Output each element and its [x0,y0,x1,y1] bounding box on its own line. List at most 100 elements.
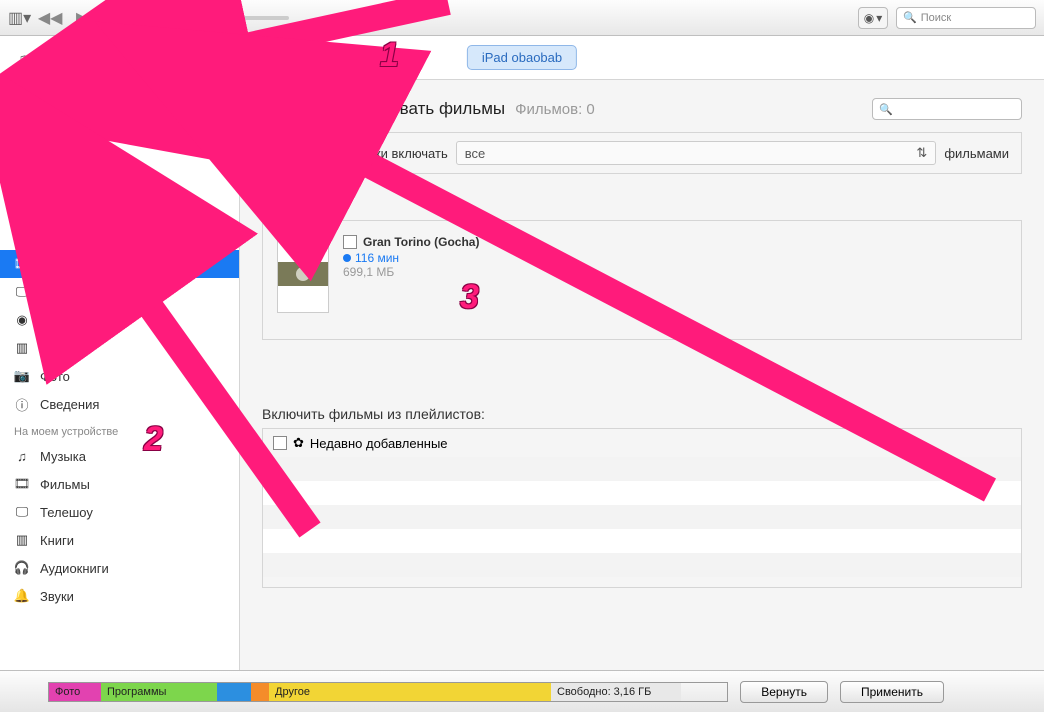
device-header: iPad obaobab ⏏ 16 ГБ 100 % [0,80,239,142]
sidebar-item-label: Фильмы [40,477,90,492]
search-icon: 🔍 [903,11,917,24]
content-area: Синхронизировать фильмы Фильмов: 0 🔍 Авт… [240,80,1044,670]
auto-include-select[interactable]: все ⇅ [456,141,937,165]
sidebar-item-sounds[interactable]: 🔔 Звуки [0,582,239,610]
apps-icon: ⊞ [14,200,30,216]
sidebar-item-music[interactable]: ♫Музыка [0,222,239,250]
select-arrows-icon: ⇅ [916,145,927,161]
sidebar-item-audiobook[interactable]: 🎧Аудиокниги [0,554,239,582]
auto-include-label: Автоматически включать [297,146,448,161]
movie-checkbox[interactable] [343,235,357,249]
unwatched-dot-icon [343,254,351,262]
sidebar-item-photo[interactable]: 📷Фото [0,362,239,390]
sidebar-item-apps[interactable]: ⊞ Программы [0,194,239,222]
sidebar-item-label: Телешоу [40,285,93,300]
settings-section-label: Настройки [0,142,239,166]
sidebar-item-info[interactable]: ⓘ Сведения [0,390,239,418]
movies-icon: 🎞 [14,256,30,272]
movies-search-input[interactable]: 🔍 [872,98,1022,120]
sidebar-item-label: Подкасты [40,313,99,328]
movies-count: Фильмов: 0 [515,101,595,118]
battery-icon [197,111,219,122]
sidebar-item-books[interactable]: ▥Книги [0,526,239,554]
usage-segment: Программы [101,683,217,701]
tv-tab-icon[interactable]: 🖵 [74,46,98,70]
divider [142,46,143,70]
apply-button[interactable]: Применить [840,681,944,703]
tv-icon: 🖵 [14,284,30,300]
playlist-item[interactable]: ✿ Недавно добавленные [263,429,1021,457]
top-toolbar: ▥▾ ◀◀ ▶ ▶▶ ◉▾ 🔍 Поиск [0,0,1044,36]
auto-include-suffix: фильмами [944,146,1009,161]
annotation-1: 1 [380,36,399,75]
sounds-icon: 🔔 [14,588,30,604]
revert-button[interactable]: Вернуть [740,681,828,703]
overview-icon: ▭ [14,172,30,188]
search-placeholder: Поиск [921,12,951,24]
media-toolbar: ♫ ▭ 🖵 ••• ▯ iPad obaobab [0,36,1044,80]
sidebar-item-movies[interactable]: 🎞 Фильмы [0,470,239,498]
auto-include-row: Автоматически включать все ⇅ фильмами [262,132,1022,174]
music-tab-icon[interactable]: ♫ [10,46,34,70]
storage-usage-bar: ФотоПрограммыДругоеСвободно: 3,16 ГБ [48,682,728,702]
movies-section-title: Фильмы [262,198,1022,214]
user-icon: ◉ [864,11,874,25]
gear-icon: ✿ [293,435,304,451]
ipad-icon: ▯ [168,48,177,68]
on-device-section-label: На моем устройстве [0,418,239,442]
eject-icon[interactable]: ⏏ [216,93,227,107]
battery-percent: 100 % [165,111,193,122]
usage-segment [251,683,269,701]
sidebar-item-books[interactable]: ▥ Книги [0,334,239,362]
movie-thumbnail[interactable] [277,235,329,313]
sidebar-item-label: Программы [40,201,110,216]
sidebar-item-overview[interactable]: ▭ Обзор [0,166,239,194]
audiobook-icon: 🎧 [14,560,30,576]
device-pill[interactable]: iPad obaobab [467,45,577,70]
sidebar-item-label: Телешоу [40,505,93,520]
more-icon[interactable]: ••• [106,46,130,70]
select-value: все [465,146,486,161]
movie-size: 699,1 МБ [343,265,479,279]
info-icon: ⓘ [14,396,30,412]
volume-slider[interactable] [139,16,289,20]
play-icon[interactable]: ▶ [69,9,95,27]
movie-title: Gran Torino (Gocha) [363,235,479,249]
sidebar-item-label: Звуки [40,589,74,604]
next-track-icon[interactable]: ▶▶ [101,9,127,27]
chevron-down-icon: ▾ [876,11,882,25]
volume-thumb[interactable] [221,12,233,24]
auto-include-checkbox[interactable] [275,146,289,160]
playlist-checkbox[interactable] [273,436,287,450]
search-input[interactable]: 🔍 Поиск [896,7,1036,29]
sidebar-item-tv[interactable]: 🖵 Телешоу [0,278,239,306]
annotation-3: 3 [460,278,479,317]
playlists-list: ✿ Недавно добавленные [262,428,1022,588]
prev-track-icon[interactable]: ◀◀ [37,9,63,27]
sidebar-toggle-icon[interactable]: ▥▾ [8,8,31,28]
sidebar-item-label: Фильмы [40,257,90,272]
photo-icon: 📷 [14,368,30,384]
tv-icon: 🖵 [14,504,30,520]
usage-segment: Другое [269,683,551,701]
movie-duration: 116 мин [355,251,399,265]
sidebar-item-tv[interactable]: 🖵 Телешоу [0,498,239,526]
sidebar-item-music[interactable]: ♫Музыка [0,442,239,470]
device-button[interactable]: ▯ [155,44,189,72]
movies-icon: 🎞 [14,476,30,492]
bottom-bar: ФотоПрограммыДругоеСвободно: 3,16 ГБ Вер… [0,670,1044,712]
device-thumbnail [12,90,54,132]
sidebar-item-movies[interactable]: 🎞 Фильмы [0,250,239,278]
usage-segment [217,683,251,701]
sidebar: iPad obaobab ⏏ 16 ГБ 100 % Настройки ▭ Об… [0,80,240,670]
sidebar-item-podcast[interactable]: ◉Подкасты [0,306,239,334]
movies-tab-icon[interactable]: ▭ [42,46,66,70]
books-icon: ▥ [14,340,30,356]
account-button[interactable]: ◉▾ [858,7,888,29]
sidebar-item-label: Книги [40,341,74,356]
books-icon: ▥ [14,532,30,548]
capacity-badge: 16 ГБ [64,109,102,124]
sync-movies-checkbox[interactable] [262,102,276,116]
sidebar-item-label: Обзор [40,173,78,188]
sidebar-item-label: Сведения [40,397,99,412]
